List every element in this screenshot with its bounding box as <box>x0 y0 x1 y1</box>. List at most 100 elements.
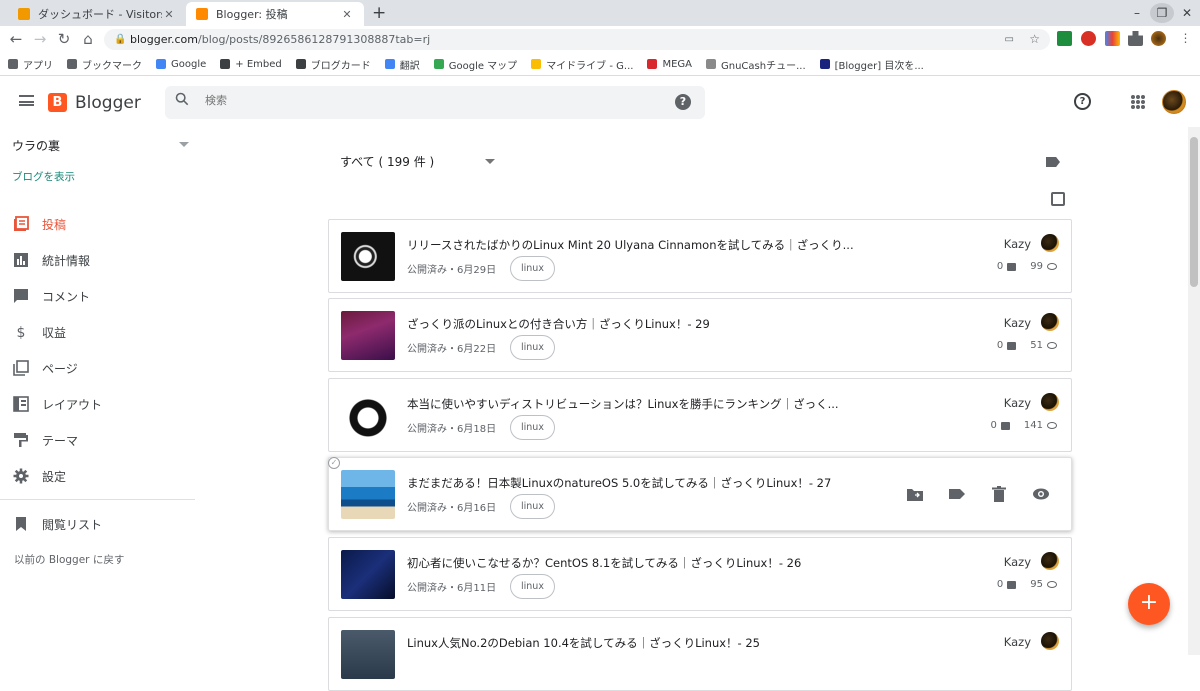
post-thumbnail <box>341 470 395 519</box>
bookmark-label: Google マップ <box>448 60 518 72</box>
post-author: Kazy <box>1003 635 1031 649</box>
post-label-chip[interactable]: linux <box>510 494 555 519</box>
share-icon[interactable] <box>906 486 924 502</box>
sidebar-item-label: コメント <box>42 289 91 304</box>
sidebar-item-stats[interactable]: 統計情報 <box>0 244 195 276</box>
post-card[interactable]: リリースされたばかりのLinux Mint 20 Ulyana Cinnamon… <box>328 219 1072 293</box>
visitors-favicon-icon <box>18 8 30 20</box>
bookmark-item[interactable]: ブログカード <box>295 57 371 72</box>
sidebar-item-theme[interactable]: テーマ <box>0 424 195 456</box>
scrollbar[interactable] <box>1188 127 1200 655</box>
sidebar-item-gear[interactable]: 設定 <box>0 460 195 492</box>
select-all-checkbox[interactable] <box>1051 192 1065 206</box>
post-title[interactable]: 本当に使いやすいディストリビューションは？Linuxを勝手にランキング｜ざっく.… <box>407 396 839 412</box>
blog-dropdown-icon[interactable] <box>179 142 189 147</box>
post-card[interactable]: 初心者に使いこなせるか？CentOS 8.1を試してみる｜ざっくりLinux！-… <box>328 537 1072 611</box>
view-blog-link[interactable]: ブログを表示 <box>12 169 75 184</box>
address-bar[interactable]: 🔒 blogger.com/blog/posts/892658612879130… <box>104 29 1050 50</box>
profile-avatar-icon[interactable] <box>1151 31 1166 46</box>
browser-tab-dashboard[interactable]: ダッシュボード - Visitors - Vis ✕ <box>8 2 186 26</box>
bookmark-label: 翻訳 <box>399 60 420 72</box>
new-post-button[interactable]: + <box>1128 583 1170 625</box>
post-card[interactable]: Linux人気No.2のDebian 10.4を試してみる｜ざっくりLinux！… <box>328 617 1072 691</box>
bookmark-item[interactable]: Google マップ <box>433 57 518 72</box>
back-arrow-icon[interactable]: ← <box>6 30 26 49</box>
scrollbar-thumb[interactable] <box>1190 137 1198 287</box>
account-avatar[interactable] <box>1162 90 1186 114</box>
label-icon[interactable] <box>948 486 966 502</box>
forward-arrow-icon[interactable]: → <box>30 30 50 49</box>
cast-icon[interactable]: ▭ <box>1005 29 1014 50</box>
post-stats: 0 141 <box>991 420 1057 431</box>
sidebar-item-layout[interactable]: レイアウト <box>0 388 195 420</box>
bookmark-item[interactable]: + Embed <box>220 58 282 70</box>
blogger-logo-icon[interactable]: B <box>48 93 67 112</box>
stats-icon <box>13 252 29 268</box>
sidebar-item-comment[interactable]: コメント <box>0 280 195 312</box>
search-input[interactable] <box>205 94 605 107</box>
trash-icon[interactable] <box>990 486 1008 502</box>
bookmark-item[interactable]: ブックマーク <box>67 57 142 72</box>
post-card[interactable]: まだまだある！日本製LinuxのnatureOS 5.0を試してみる｜ざっくりL… <box>328 457 1072 531</box>
post-title[interactable]: Linux人気No.2のDebian 10.4を試してみる｜ざっくりLinux！… <box>407 635 760 651</box>
extension-mega-icon[interactable] <box>1081 31 1096 46</box>
bookmark-item[interactable]: GnuCashチュー... <box>706 57 806 72</box>
bookmark-item[interactable]: 翻訳 <box>384 57 420 72</box>
minimize-icon[interactable]: – <box>1125 3 1149 23</box>
bookmark-item[interactable]: アプリ <box>8 57 53 72</box>
extension-network-icon[interactable] <box>1105 31 1120 46</box>
hamburger-menu-icon[interactable] <box>19 95 34 106</box>
post-label-chip[interactable]: linux <box>510 256 555 281</box>
lock-icon: 🔒 <box>114 34 127 45</box>
search-help-icon[interactable]: ? <box>675 94 691 110</box>
reload-icon[interactable]: ↻ <box>54 30 74 49</box>
post-filter-dropdown[interactable]: すべて ( 199 件 ) <box>340 153 434 170</box>
sidebar: ウラの裏 ブログを表示 投稿統計情報コメント $ 収益ページレイアウトテーマ設定閲覧… <box>0 127 195 655</box>
post-card[interactable]: ざっくり派のLinuxとの付き合い方｜ざっくりLinux！- 29 公開済み・6月… <box>328 298 1072 372</box>
sidebar-item-dollar[interactable]: $ 収益 <box>0 316 195 348</box>
extension-check-icon[interactable] <box>1057 31 1072 46</box>
close-tab-icon[interactable]: ✕ <box>340 8 354 21</box>
eye-icon <box>1047 581 1057 588</box>
author-avatar <box>1041 313 1059 331</box>
bookmark-item[interactable]: Google <box>156 59 206 70</box>
bookmark-icon <box>706 59 716 69</box>
post-stats: 0 51 <box>997 340 1057 351</box>
restore-icon[interactable]: ❐ <box>1150 3 1174 23</box>
google-apps-icon[interactable] <box>1131 95 1145 109</box>
post-label-chip[interactable]: linux <box>510 335 555 360</box>
bookmark-label: [Blogger] 目次を... <box>834 60 924 72</box>
post-label-chip[interactable]: linux <box>510 574 555 599</box>
browser-tab-blogger[interactable]: Blogger: 投稿 ✕ <box>186 2 364 26</box>
post-title[interactable]: ざっくり派のLinuxとの付き合い方｜ざっくりLinux！- 29 <box>407 316 710 332</box>
pages-icon <box>13 360 29 376</box>
sidebar-item-posts[interactable]: 投稿 <box>0 208 195 240</box>
label-icon[interactable] <box>1046 157 1060 167</box>
bookmark-item[interactable]: マイドライブ - G... <box>531 57 633 72</box>
post-card[interactable]: 本当に使いやすいディストリビューションは？Linuxを勝手にランキング｜ざっく.… <box>328 378 1072 452</box>
back-to-old-blogger-link[interactable]: 以前の Blogger に戻す <box>14 552 124 567</box>
view-icon[interactable] <box>1032 486 1050 502</box>
help-icon[interactable]: ? <box>1074 93 1091 110</box>
post-title[interactable]: まだまだある！日本製LinuxのnatureOS 5.0を試してみる｜ざっくりL… <box>407 475 831 491</box>
post-label-chip[interactable]: linux <box>510 415 555 440</box>
blog-name[interactable]: ウラの裏 <box>12 137 60 154</box>
sidebar-item-pages[interactable]: ページ <box>0 352 195 384</box>
close-tab-icon[interactable]: ✕ <box>162 8 176 21</box>
select-post-check-icon[interactable]: ✓ <box>328 457 340 469</box>
bookmark-label: アプリ <box>23 60 53 72</box>
bookmark-item[interactable]: [Blogger] 目次を... <box>819 57 924 72</box>
new-tab-icon[interactable]: + <box>372 3 386 23</box>
bookmark-item[interactable]: MEGA <box>647 59 692 70</box>
star-icon[interactable]: ☆ <box>1029 29 1040 50</box>
menu-dots-icon[interactable]: ⋮ <box>1178 31 1193 46</box>
post-title[interactable]: リリースされたばかりのLinux Mint 20 Ulyana Cinnamon… <box>407 237 854 253</box>
sidebar-item-bookmark[interactable]: 閲覧リスト <box>0 508 195 540</box>
home-icon[interactable]: ⌂ <box>78 30 98 49</box>
window-close-icon[interactable]: ✕ <box>1175 3 1199 23</box>
sidebar-item-label: レイアウト <box>42 397 103 412</box>
post-title[interactable]: 初心者に使いこなせるか？CentOS 8.1を試してみる｜ざっくりLinux！-… <box>407 555 801 571</box>
bookmark-label: + Embed <box>235 58 282 70</box>
search-box[interactable]: ? <box>165 86 705 119</box>
chevron-down-icon[interactable] <box>485 159 495 164</box>
